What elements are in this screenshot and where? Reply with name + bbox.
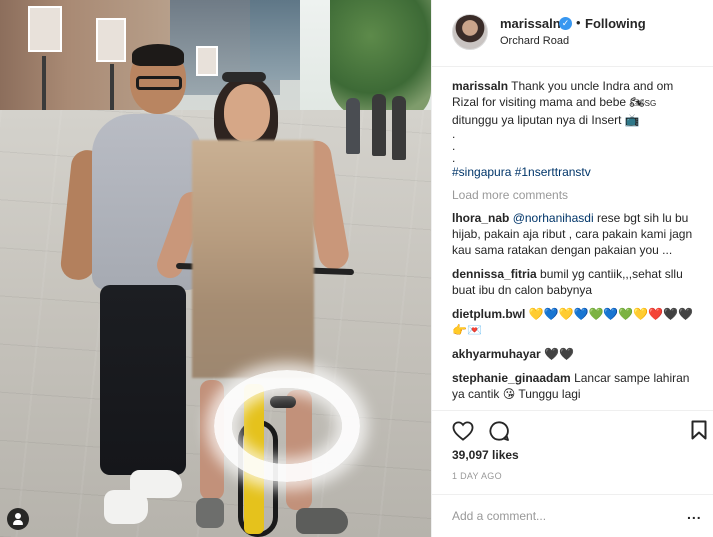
background-poster: [196, 46, 218, 76]
caption: marissaln Thank you uncle Indra and om R…: [452, 78, 702, 128]
comment-username[interactable]: stephanie_ginaadam: [452, 371, 571, 385]
avatar[interactable]: [452, 14, 488, 50]
background-poster: [28, 6, 62, 52]
caption-username[interactable]: marissaln: [452, 79, 508, 93]
location-link[interactable]: Orchard Road: [500, 35, 569, 47]
person-man-shoe: [104, 490, 148, 524]
motorcycle-emoji: 🏍: [629, 95, 645, 109]
more-options-icon[interactable]: ...: [687, 506, 702, 522]
bookmark-icon[interactable]: [691, 420, 707, 440]
background-pedestrian: [392, 96, 406, 160]
comment-username[interactable]: dennissa_fitria: [452, 267, 537, 281]
background-poster: [96, 18, 126, 62]
background-pedestrian: [372, 94, 386, 156]
caption-hashtags[interactable]: #singapura #1nserttranstv: [452, 164, 702, 180]
post-actions-bar: [432, 410, 713, 450]
add-comment-input[interactable]: [452, 506, 652, 526]
load-more-comments-button[interactable]: Load more comments: [452, 188, 702, 202]
caption-text: ditunggu ya liputan nya di Insert: [452, 113, 622, 127]
caption-sg: SG: [644, 99, 657, 108]
comment-item: dennissa_fitria bumil yg cantiik,,,sehat…: [452, 266, 702, 298]
header-separator: •: [576, 15, 581, 30]
comment-username[interactable]: dietplum.bwl: [452, 307, 525, 321]
likes-count[interactable]: 39,097 likes: [452, 448, 519, 462]
comment-mention[interactable]: @norhanihasdi: [513, 211, 594, 225]
verified-badge-icon: ✓: [559, 17, 572, 30]
post-timestamp[interactable]: 1 DAY AGO: [452, 471, 502, 481]
person-woman-sunglasses: [222, 72, 266, 82]
post-header: marissaln ✓ • Following Orchard Road: [432, 0, 713, 67]
person-man-pants: [100, 285, 186, 475]
person-woman-shoe: [196, 498, 224, 528]
caption-dot: .: [452, 139, 456, 153]
header-username[interactable]: marissaln: [500, 16, 561, 31]
comment-item: stephanie_ginaadam Lancar sampe lahiran …: [452, 370, 702, 402]
heart-icon[interactable]: [452, 421, 474, 441]
censor-blur-box: [192, 140, 314, 378]
add-comment-section: ...: [432, 494, 713, 537]
person-man-hair: [132, 44, 184, 66]
user-tag-icon[interactable]: [7, 508, 29, 530]
post-sidebar: marissaln ✓ • Following Orchard Road mar…: [431, 0, 713, 537]
comment-username[interactable]: akhyarmuhayar: [452, 347, 541, 361]
comment-item: akhyarmuhayar 🖤🖤: [452, 346, 702, 362]
person-woman-shoe: [296, 508, 348, 534]
caption-dot: .: [452, 127, 456, 141]
tv-emoji: 📺: [624, 113, 640, 127]
comment-icon[interactable]: [488, 420, 510, 442]
background-pedestrian: [346, 98, 360, 154]
comments-list[interactable]: marissaln Thank you uncle Indra and om R…: [432, 68, 713, 409]
person-man-glasses: [136, 76, 182, 90]
comment-username[interactable]: lhora_nab: [452, 211, 509, 225]
comment-text: 🖤🖤: [544, 347, 574, 361]
person-woman-face: [224, 84, 270, 142]
censor-blur-ring: [214, 370, 360, 482]
comment-item: dietplum.bwl 💛💙💛💙💚💙💚💛❤️🖤🖤👉💌: [452, 306, 702, 338]
post-photo[interactable]: [0, 0, 431, 537]
caption-dot: .: [452, 151, 456, 165]
following-button[interactable]: Following: [585, 16, 646, 31]
comment-item: lhora_nab @norhanihasdi rese bgt sih lu …: [452, 210, 702, 258]
